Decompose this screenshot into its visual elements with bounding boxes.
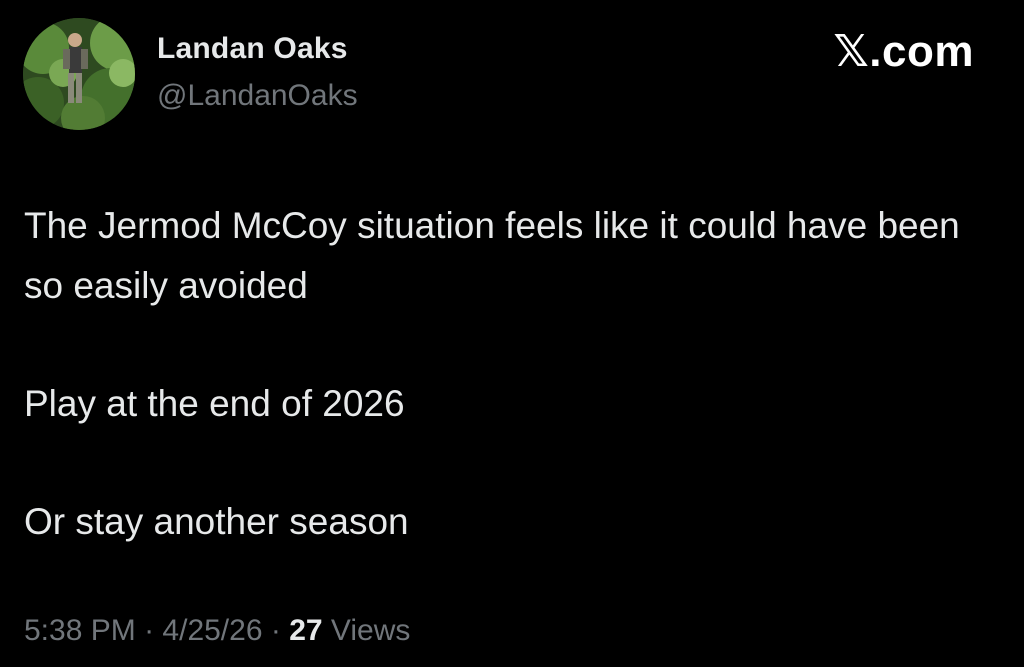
views-label: Views bbox=[330, 614, 411, 647]
tweet-text: The Jermod McCoy situation feels like it… bbox=[24, 196, 984, 552]
tweet-date[interactable]: 4/25/26 bbox=[162, 614, 262, 647]
tweet-paragraph: Or stay another season bbox=[24, 501, 409, 542]
x-logo: 𝕏.com bbox=[833, 27, 974, 76]
views-count[interactable]: 27 bbox=[289, 614, 322, 647]
tweet-card: Landan Oaks @LandanOaks 𝕏.com The Jermod… bbox=[0, 0, 1024, 667]
tweet-paragraph: Play at the end of 2026 bbox=[24, 383, 405, 424]
tweet-paragraph: The Jermod McCoy situation feels like it… bbox=[24, 205, 960, 306]
tweet-meta: 5:38 PM · 4/25/26 · 27 Views bbox=[24, 614, 410, 648]
display-name[interactable]: Landan Oaks bbox=[157, 32, 348, 66]
meta-separator: · bbox=[144, 614, 155, 647]
avatar[interactable] bbox=[23, 18, 135, 130]
meta-separator: · bbox=[270, 614, 281, 647]
user-handle[interactable]: @LandanOaks bbox=[157, 79, 358, 113]
profile-photo-icon bbox=[23, 18, 135, 130]
tweet-time[interactable]: 5:38 PM bbox=[24, 614, 136, 647]
